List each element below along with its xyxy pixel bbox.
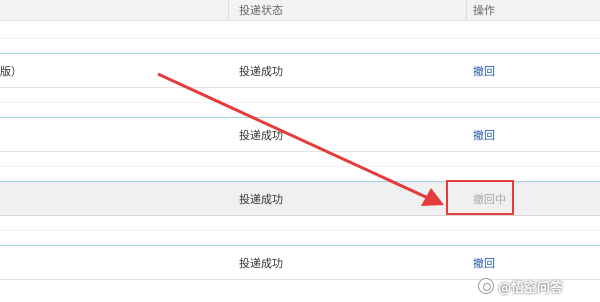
- header-divider: [228, 0, 229, 20]
- row-status: 投递成功: [239, 65, 283, 78]
- header-action: 操作: [473, 4, 495, 17]
- row-status: 投递成功: [239, 193, 283, 206]
- row-divider: [0, 102, 600, 103]
- table-row: 投递成功 撤回: [0, 245, 600, 280]
- withdraw-link[interactable]: 撤回: [473, 63, 495, 79]
- withdraw-link[interactable]: 撤回: [473, 127, 495, 143]
- annotation-highlight-box: [446, 180, 514, 215]
- watermark-text: @悟空问答: [498, 280, 564, 296]
- row-divider: [0, 166, 600, 167]
- table-header: 投递状态 操作: [0, 0, 600, 21]
- row-status: 投递成功: [239, 257, 283, 270]
- row-name: 版）: [0, 65, 22, 78]
- withdraw-link[interactable]: 撤回: [473, 255, 495, 271]
- row-status: 投递成功: [239, 129, 283, 142]
- wukong-logo-icon: [478, 278, 494, 294]
- table-row: 投递成功 撤回: [0, 117, 600, 152]
- watermark: @悟空问答: [478, 276, 563, 296]
- header-status: 投递状态: [239, 4, 283, 17]
- row-divider: [0, 38, 600, 39]
- header-divider: [466, 0, 467, 20]
- row-divider: [0, 230, 600, 231]
- table-row: 版） 投递成功 撤回: [0, 53, 600, 88]
